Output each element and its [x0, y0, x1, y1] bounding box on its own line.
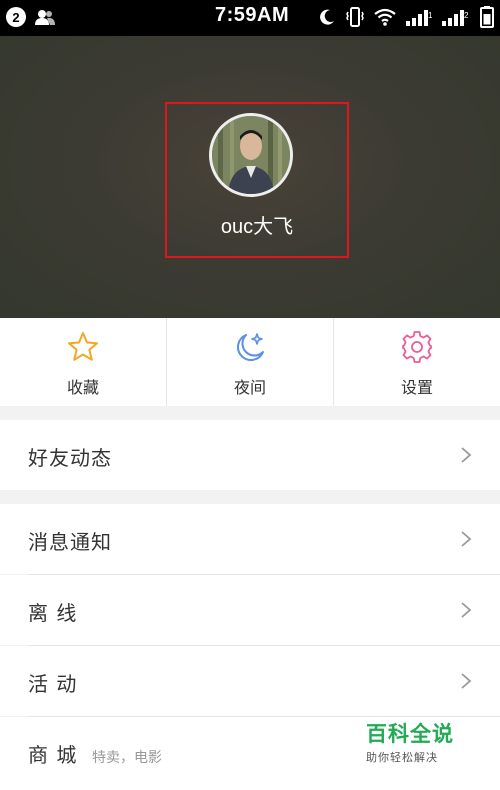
menu-item-subtitle: 特卖，电影	[92, 750, 162, 766]
profile-card[interactable]: ouc大飞	[165, 102, 349, 258]
status-bar: 2 7:59AM 1 2	[0, 0, 500, 36]
menu-item-activity[interactable]: 活 动	[0, 646, 500, 716]
night-mode-label: 夜间	[233, 378, 266, 397]
moon-star-icon	[237, 333, 264, 361]
battery-icon	[480, 6, 494, 28]
username[interactable]: ouc大飞	[167, 210, 347, 239]
menu-item-label: 离 线	[28, 601, 78, 625]
gear-icon	[402, 331, 432, 363]
watermark-title: 百科全说	[366, 722, 454, 746]
signal-icon: 1	[406, 10, 432, 26]
menu-item-friends[interactable]: 好友动态	[0, 420, 500, 490]
menu-item-offline[interactable]: 离 线	[0, 575, 500, 645]
user-icon	[35, 10, 55, 25]
chevron-right-icon	[461, 447, 472, 463]
favorites-button[interactable]: 收藏	[0, 318, 167, 406]
watermark-subtitle: 助你轻松解决	[366, 751, 438, 764]
quick-actions: 收藏 夜间 设置	[0, 318, 500, 406]
vibrate-icon	[346, 7, 364, 27]
chevron-right-icon	[461, 602, 472, 618]
chevron-right-icon	[461, 531, 472, 547]
night-mode-button[interactable]: 夜间	[167, 318, 334, 406]
menu-item-label: 活 动	[28, 672, 78, 696]
settings-label: 设置	[400, 378, 433, 397]
menu-item-messages[interactable]: 消息通知	[0, 504, 500, 574]
favorites-label: 收藏	[66, 378, 99, 397]
svg-text:2: 2	[464, 11, 469, 20]
avatar[interactable]	[209, 113, 293, 197]
signal2-icon: 2	[442, 10, 469, 26]
status-time: 7:59AM	[215, 4, 290, 26]
profile-header: ouc大飞	[0, 36, 500, 318]
wifi-icon	[374, 8, 396, 26]
avatar-photo	[212, 116, 290, 194]
chevron-right-icon	[461, 673, 472, 689]
notification-badge: 2	[6, 7, 26, 27]
star-icon	[68, 332, 98, 361]
svg-text:1: 1	[428, 11, 432, 20]
settings-button[interactable]: 设置	[334, 318, 500, 406]
menu-item-label: 好友动态	[28, 446, 112, 470]
menu-item-label: 消息通知	[28, 530, 112, 554]
menu-item-label: 商 城	[28, 743, 78, 767]
moon-icon	[320, 9, 334, 25]
watermark: 百科全说 助你轻松解决	[366, 718, 466, 765]
